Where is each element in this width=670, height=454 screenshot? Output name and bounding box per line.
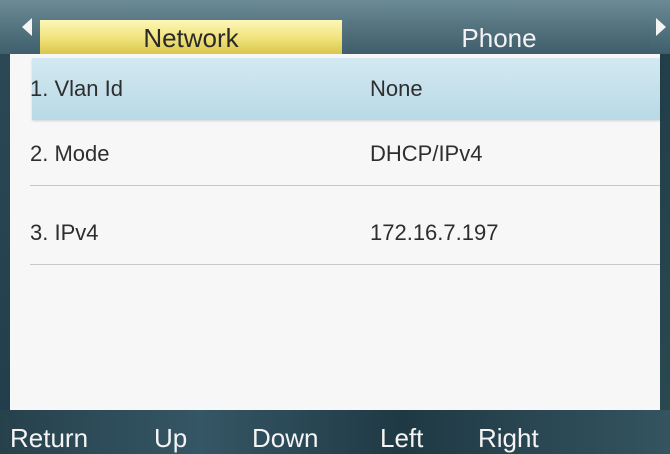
softkey-down[interactable]: Down: [252, 422, 318, 454]
list-item-value: None: [370, 76, 423, 101]
tab-network[interactable]: Network: [40, 20, 342, 54]
softkey-bar: Return Up Down Left Right: [0, 410, 670, 454]
list-item-label: 3. IPv4: [30, 220, 99, 245]
list-item-mode[interactable]: 2. Mode DHCP/IPv4: [30, 123, 660, 186]
list-item-vlan-id[interactable]: 1. Vlan Id None: [30, 58, 660, 120]
left-arrow-icon[interactable]: [22, 18, 32, 36]
tab-phone[interactable]: Phone: [348, 20, 650, 54]
softkey-return[interactable]: Return: [10, 422, 88, 454]
list-item-ipv4[interactable]: 3. IPv4 172.16.7.197: [30, 202, 660, 265]
softkey-up[interactable]: Up: [154, 422, 187, 454]
softkey-left[interactable]: Left: [380, 422, 423, 454]
list-item-value: DHCP/IPv4: [370, 141, 483, 166]
right-arrow-icon[interactable]: [656, 18, 666, 36]
list-item-label: 1. Vlan Id: [30, 76, 123, 101]
list-item-value: 172.16.7.197: [370, 220, 499, 245]
settings-list: 1. Vlan Id None 2. Mode DHCP/IPv4 3. IPv…: [10, 54, 660, 410]
tab-bar: Network Phone: [0, 0, 670, 54]
phone-screen: Network Phone 1. Vlan Id None 2. Mode DH…: [0, 0, 670, 454]
list-item-label: 2. Mode: [30, 141, 110, 166]
softkey-right[interactable]: Right: [478, 422, 539, 454]
